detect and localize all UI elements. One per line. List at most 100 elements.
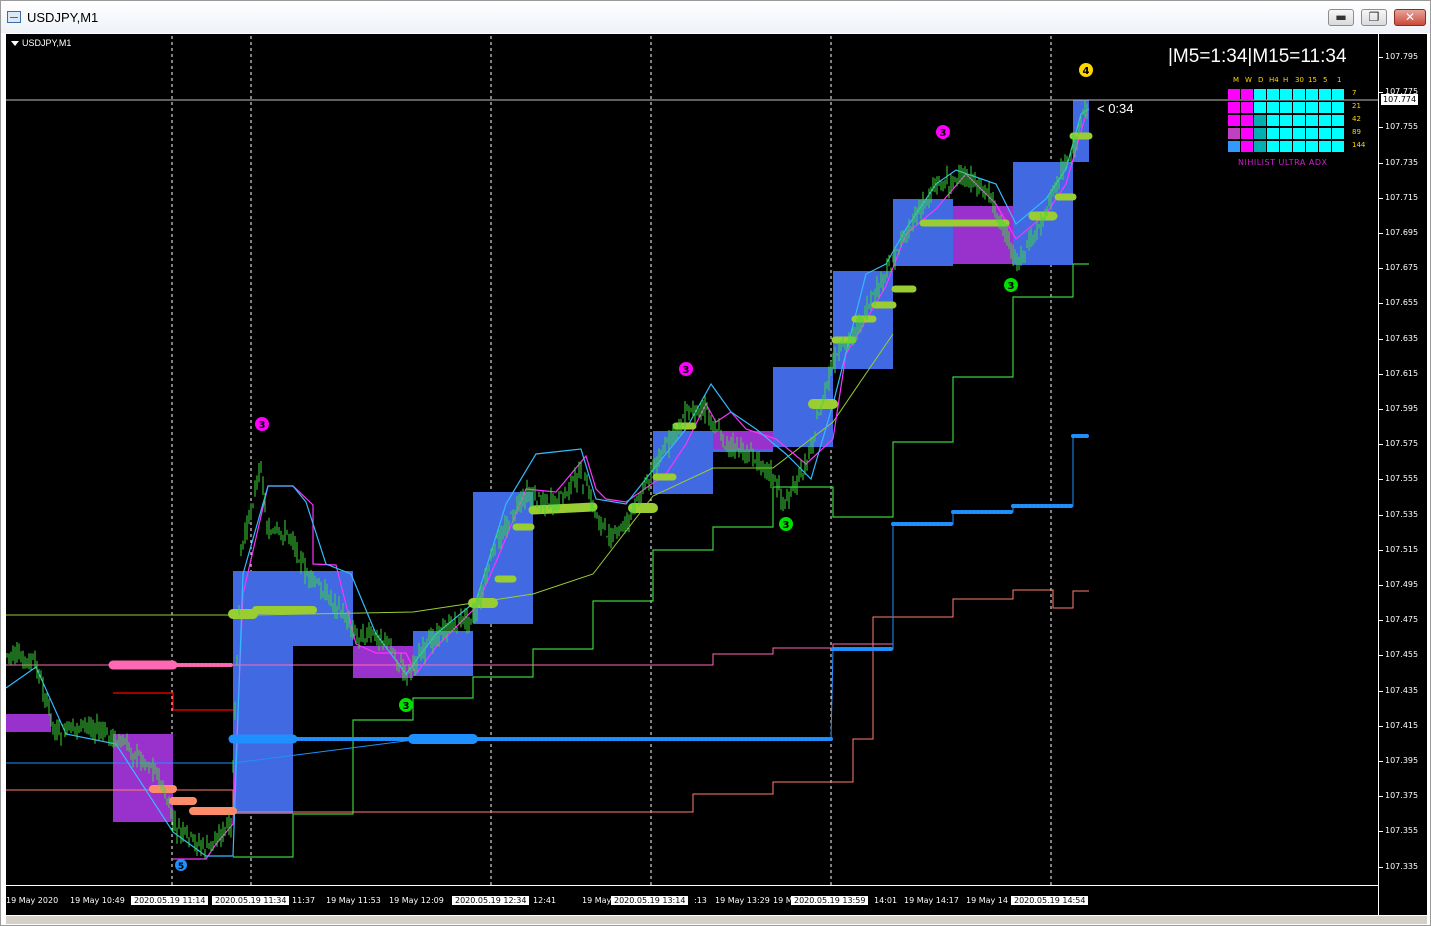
adx-column-label: D: [1258, 76, 1264, 84]
price-tick-mark: [1379, 409, 1383, 410]
price-tick-mark: [1379, 585, 1383, 586]
marker-label: 3: [403, 701, 410, 712]
adx-cell: [1293, 102, 1305, 113]
time-tick-label: 19 May 14:17: [904, 896, 959, 905]
adx-cell: [1280, 128, 1292, 139]
title-bar[interactable]: USDJPY,M1 ▬ ❐ ✕: [1, 1, 1430, 33]
price-tick-label: 107.635: [1385, 333, 1419, 343]
price-tick-mark: [1379, 549, 1383, 551]
price-tick-mark: [1379, 761, 1383, 762]
adx-grid: [1228, 89, 1344, 154]
adx-cell: [1228, 141, 1240, 152]
adx-cell: [1254, 115, 1266, 126]
marker-3[interactable]: 3: [255, 417, 269, 431]
price-tick-mark: [1379, 514, 1383, 516]
marker-label: 3: [940, 128, 947, 139]
marker-3[interactable]: 3: [679, 362, 693, 376]
adx-cell: [1267, 102, 1279, 113]
adx-cell: [1332, 141, 1344, 152]
marker-4[interactable]: 4: [1079, 63, 1093, 77]
adx-cell: [1267, 141, 1279, 152]
adx-cell: [1306, 115, 1318, 126]
adx-row-label: 144: [1352, 141, 1366, 149]
green-trail-line: [233, 263, 1089, 858]
time-tick-label: 19 May 11:53: [326, 896, 381, 905]
adx-cell: [1293, 89, 1305, 100]
bear-box: [953, 206, 1013, 264]
window-title: USDJPY,M1: [27, 10, 99, 25]
time-tick-label: 19 May 12:09: [389, 896, 444, 905]
adx-cell: [1293, 128, 1305, 139]
price-tick-label: 107.615: [1385, 368, 1419, 378]
price-tick-label: 107.715: [1385, 192, 1419, 202]
adx-column-label: 1: [1337, 76, 1342, 84]
terminal-window: USDJPY,M1 ▬ ❐ ✕ 5 3 3 3 3 3 3 4 USDJPY,M…: [0, 0, 1431, 926]
adx-cell: [1254, 102, 1266, 113]
time-tick-label: 2020.05.19 14:54: [1011, 896, 1089, 905]
adx-cell: [1241, 115, 1253, 126]
price-tick-mark: [1379, 620, 1383, 622]
adx-column-label: H4: [1269, 76, 1279, 84]
time-tick-label: 19 M: [773, 896, 793, 905]
price-axis[interactable]: 107.795 107.775 107.755 107.735 107.715 107.6…: [1378, 34, 1427, 915]
chart-canvas[interactable]: 5 3 3 3 3 3 3 4: [6, 34, 1378, 885]
adx-cell: [1254, 89, 1266, 100]
bar-countdown: < 0:34: [1097, 101, 1134, 116]
adx-cell: [1241, 89, 1253, 100]
marker-3[interactable]: 3: [779, 517, 793, 531]
time-tick-label: :13: [694, 896, 707, 905]
bear-box: [6, 714, 51, 732]
price-tick-label: 107.675: [1385, 263, 1419, 273]
current-price-label: 107.774: [1381, 94, 1419, 105]
price-tick-mark: [1379, 796, 1383, 798]
price-tick-mark: [1379, 303, 1383, 305]
session-separators: [171, 36, 1052, 885]
price-tick-mark: [1379, 725, 1383, 727]
marker-5[interactable]: 5: [175, 859, 187, 872]
minimize-button[interactable]: ▬: [1328, 9, 1354, 26]
adx-cell: [1228, 89, 1240, 100]
adx-cell: [1332, 115, 1344, 126]
adx-cell: [1280, 141, 1292, 152]
adx-title: NIHILIST ULTRA ADX: [1238, 158, 1328, 167]
status-strip: [6, 916, 1427, 924]
adx-cell: [1306, 128, 1318, 139]
adx-cell: [1241, 141, 1253, 152]
marker-3[interactable]: 3: [1004, 278, 1018, 292]
price-tick-mark: [1379, 373, 1383, 375]
price-tick-label: 107.475: [1385, 615, 1419, 625]
adx-column-label: H: [1283, 76, 1289, 84]
price-tick-label: 107.455: [1385, 650, 1419, 660]
price-chart[interactable]: 5 3 3 3 3 3 3 4 USDJPY,M1 |M5=1:34|M15=1…: [6, 34, 1427, 915]
close-button[interactable]: ✕: [1394, 9, 1426, 26]
adx-cell: [1280, 115, 1292, 126]
adx-cell: [1241, 102, 1253, 113]
wave-markers: 5 3 3 3 3 3 3 4: [175, 63, 1093, 872]
adx-cell: [1228, 102, 1240, 113]
price-tick-label: 107.335: [1385, 861, 1419, 871]
adx-column-label: 30: [1295, 76, 1304, 84]
symbol-label: USDJPY,M1: [22, 38, 72, 48]
marker-3[interactable]: 3: [936, 125, 950, 139]
bear-box: [113, 734, 173, 822]
adx-cell: [1306, 141, 1318, 152]
price-tick-label: 107.395: [1385, 756, 1419, 765]
price-tick-label: 107.575: [1385, 439, 1419, 449]
marker-label: 3: [683, 365, 690, 376]
price-tick-label: 107.695: [1385, 228, 1419, 237]
symbol-dropdown-icon[interactable]: [11, 41, 19, 46]
adx-cell: [1228, 128, 1240, 139]
price-tick-label: 107.555: [1385, 474, 1419, 484]
time-tick-label: 11:37: [292, 896, 316, 905]
adx-cell: [1319, 102, 1331, 113]
price-tick-label: 107.415: [1385, 720, 1419, 730]
price-tick-mark: [1379, 197, 1383, 199]
maximize-button[interactable]: ❐: [1361, 9, 1387, 26]
time-axis[interactable]: 19 May 2020 19 May 10:49 2020.05.19 11:14 2…: [6, 885, 1378, 915]
range-boxes: [6, 100, 1089, 822]
price-tick-label: 107.495: [1385, 580, 1419, 589]
adx-column-label: M: [1233, 76, 1240, 84]
adx-cell: [1267, 89, 1279, 100]
time-tick-label: 19 May 10:49: [70, 896, 125, 905]
marker-3[interactable]: 3: [399, 698, 413, 712]
